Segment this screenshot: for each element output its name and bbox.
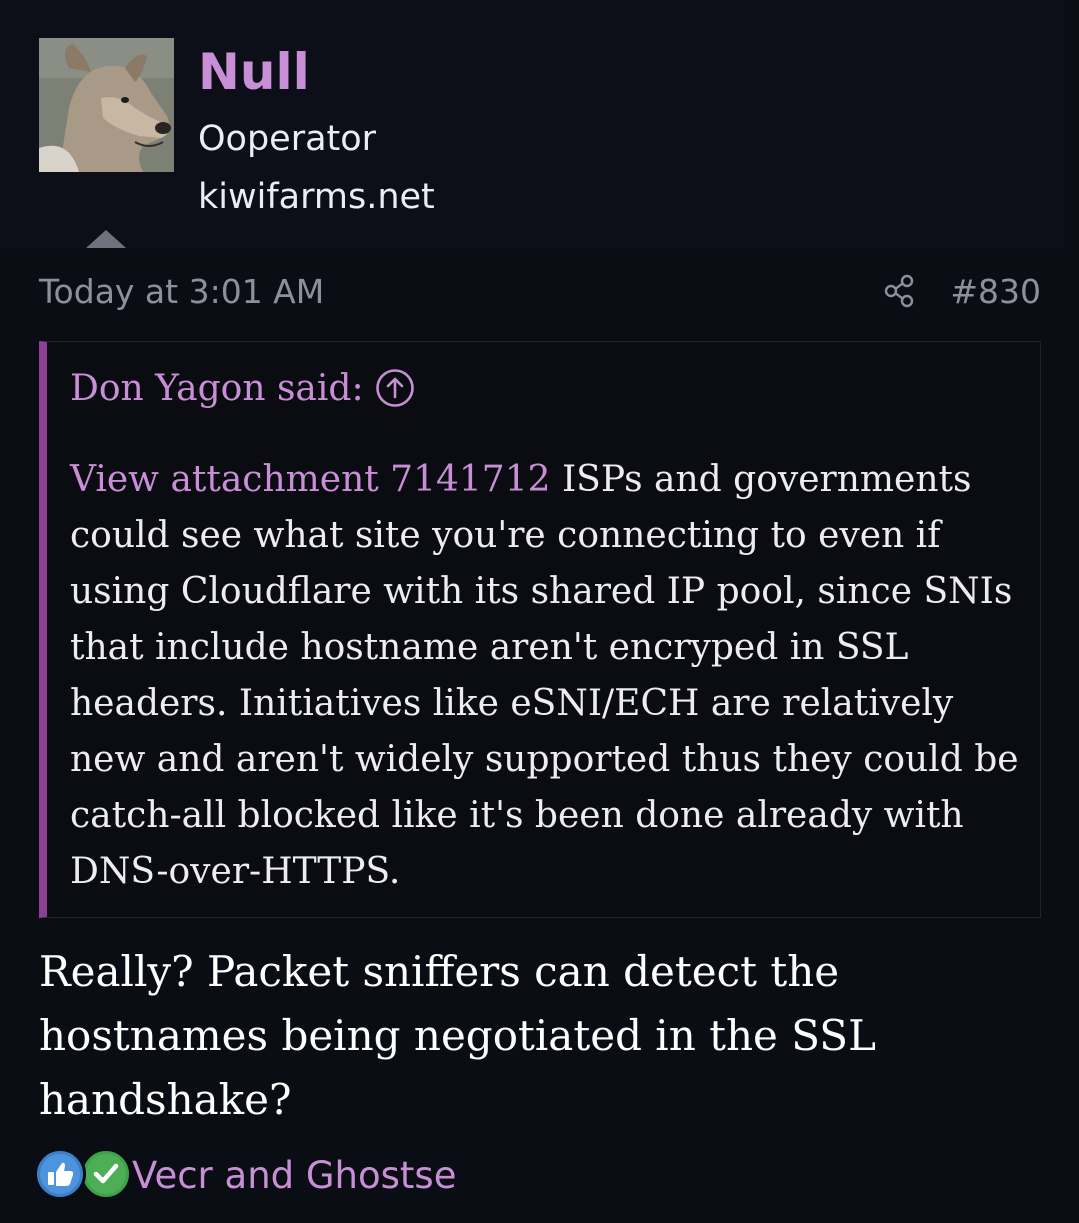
post-number-link[interactable]: #830 (950, 270, 1041, 314)
reaction-users-link[interactable]: Vecr and Ghostse (132, 1150, 456, 1202)
reactions-bar[interactable]: Vecr and Ghostse (34, 1148, 634, 1204)
jump-to-quote-icon[interactable] (375, 368, 415, 408)
quote-body: View attachment 7141712 ISPs and governm… (70, 452, 1025, 900)
share-icon[interactable] (883, 274, 917, 308)
quote-author-link[interactable]: Don Yagon said: (70, 366, 364, 412)
message-body: Really? Packet sniffers can detect the h… (39, 947, 876, 1124)
user-site: kiwifarms.net (198, 177, 435, 217)
caret-up-icon (86, 230, 126, 248)
post-meta-bar: Today at 3:01 AM #830 (39, 268, 1041, 316)
like-icon (34, 1148, 86, 1200)
avatar[interactable] (39, 38, 174, 172)
message-user-header: Null Ooperator kiwifarms.net (0, 0, 1064, 248)
dog-avatar-image (39, 38, 174, 172)
user-title: Ooperator (198, 119, 377, 159)
attachment-link[interactable]: View attachment 7141712 (70, 459, 551, 500)
username-link[interactable]: Null (198, 42, 310, 102)
agree-icon (80, 1148, 132, 1200)
quote-block: Don Yagon said: View attachment 7141712 … (39, 341, 1041, 918)
post-date-link[interactable]: Today at 3:01 AM (39, 270, 324, 314)
quote-text: ISPs and governments could see what site… (70, 459, 1019, 892)
